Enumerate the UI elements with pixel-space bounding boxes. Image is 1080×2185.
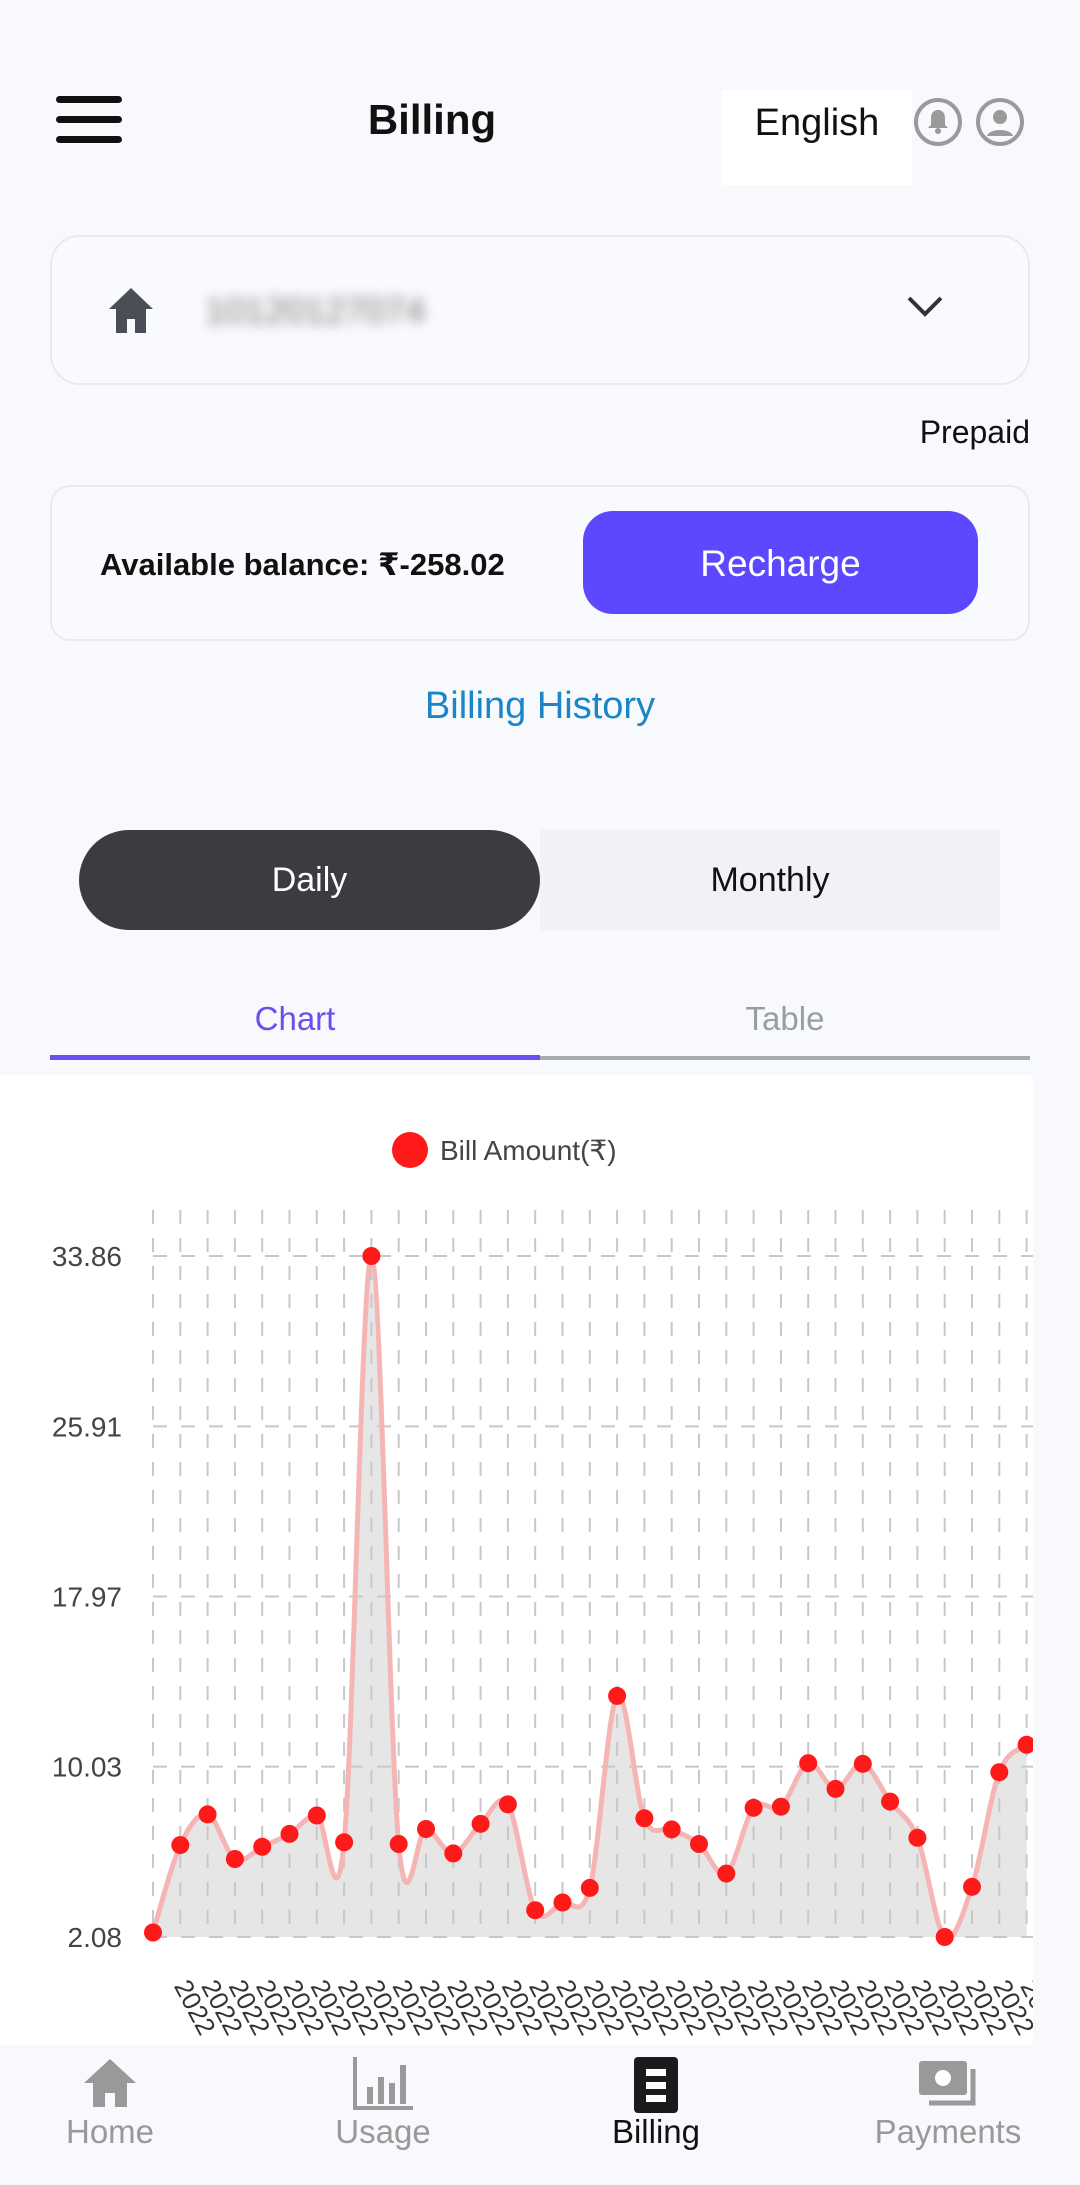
nav-label: Usage <box>335 2113 431 2150</box>
chevron-down-icon[interactable] <box>905 292 945 320</box>
cash-icon <box>919 2061 976 2106</box>
account-number: 10120127074 <box>205 290 426 331</box>
data-point <box>553 1893 572 1912</box>
recharge-button[interactable]: Recharge <box>583 511 978 614</box>
legend-marker <box>392 1132 428 1168</box>
language-selector[interactable]: English <box>722 90 912 185</box>
data-point <box>853 1754 872 1773</box>
user-icon <box>987 110 1013 136</box>
data-point <box>935 1928 954 1946</box>
data-point <box>444 1844 463 1863</box>
data-point <box>417 1820 435 1838</box>
data-point <box>799 1754 818 1773</box>
data-point <box>690 1835 708 1853</box>
data-point <box>826 1779 845 1798</box>
data-point <box>744 1798 763 1817</box>
data-point <box>717 1864 736 1883</box>
y-tick-label: 2.08 <box>68 1922 123 1953</box>
data-point <box>608 1686 627 1705</box>
bill-chart: Bill Amount(₹) 33.86 25.91 17.97 10.03 2.08 2… <box>0 1075 1033 2045</box>
bell-icon <box>928 110 948 134</box>
available-balance: Available balance: ₹-258.02 <box>100 547 505 582</box>
bar-chart-icon <box>353 2057 413 2110</box>
nav-usage[interactable]: Usage <box>273 2045 493 2185</box>
toggle-daily[interactable]: Daily <box>79 830 540 930</box>
home-icon <box>109 288 153 333</box>
y-tick-label: 25.91 <box>52 1411 122 1442</box>
data-point <box>335 1833 354 1852</box>
data-point <box>198 1805 217 1824</box>
data-point <box>908 1828 927 1847</box>
account-selector[interactable] <box>50 235 1030 385</box>
tab-table[interactable]: Table <box>540 1000 1030 1038</box>
data-point <box>225 1850 244 1868</box>
menu-icon-bar <box>56 136 122 143</box>
profile-button[interactable] <box>976 98 1024 146</box>
data-point <box>471 1814 490 1833</box>
data-point <box>307 1806 326 1825</box>
home-icon <box>84 2059 136 2107</box>
account-type: Prepaid <box>919 414 1030 450</box>
notifications-button[interactable] <box>914 98 962 146</box>
menu-icon-bar <box>56 116 122 123</box>
data-point <box>881 1792 900 1811</box>
data-point <box>635 1809 654 1828</box>
nav-label: Payments <box>874 2113 1022 2150</box>
tab-indicator <box>540 1056 1030 1060</box>
nav-label: Billing <box>611 2113 701 2150</box>
data-point <box>990 1763 1009 1782</box>
bill-icon <box>634 2057 678 2113</box>
nav-label: Home <box>65 2113 155 2150</box>
data-point <box>580 1878 599 1897</box>
data-point <box>498 1795 517 1814</box>
tab-indicator-active <box>50 1055 540 1060</box>
page-title: Billing <box>367 96 497 143</box>
data-point <box>144 1923 162 1942</box>
data-point <box>253 1837 272 1856</box>
menu-button[interactable] <box>56 96 122 144</box>
legend-label: Bill Amount(₹) <box>440 1135 617 1166</box>
y-tick-label: 33.86 <box>52 1241 122 1272</box>
toggle-monthly[interactable]: Monthly <box>540 830 1000 930</box>
data-point <box>526 1901 545 1920</box>
bottom-nav: Home Usage Billing Payments <box>0 2045 1080 2185</box>
nav-home[interactable]: Home <box>0 2045 220 2185</box>
menu-icon <box>56 96 122 103</box>
nav-payments[interactable]: Payments <box>838 2045 1058 2185</box>
y-tick-label: 17.97 <box>52 1582 122 1613</box>
y-tick-label: 10.03 <box>52 1752 122 1783</box>
data-point <box>389 1835 408 1853</box>
chart-svg: Bill Amount(₹) 33.8625.9117.9710.032.082… <box>52 1132 1033 2040</box>
data-point <box>771 1797 790 1816</box>
tab-chart[interactable]: Chart <box>50 1000 540 1038</box>
data-point <box>171 1836 190 1855</box>
data-point <box>280 1824 299 1843</box>
nav-billing[interactable]: Billing <box>546 2045 766 2185</box>
billing-history-link[interactable]: Billing History <box>0 685 1080 728</box>
data-point <box>362 1247 381 1265</box>
data-point <box>963 1877 981 1896</box>
data-point <box>662 1820 681 1839</box>
